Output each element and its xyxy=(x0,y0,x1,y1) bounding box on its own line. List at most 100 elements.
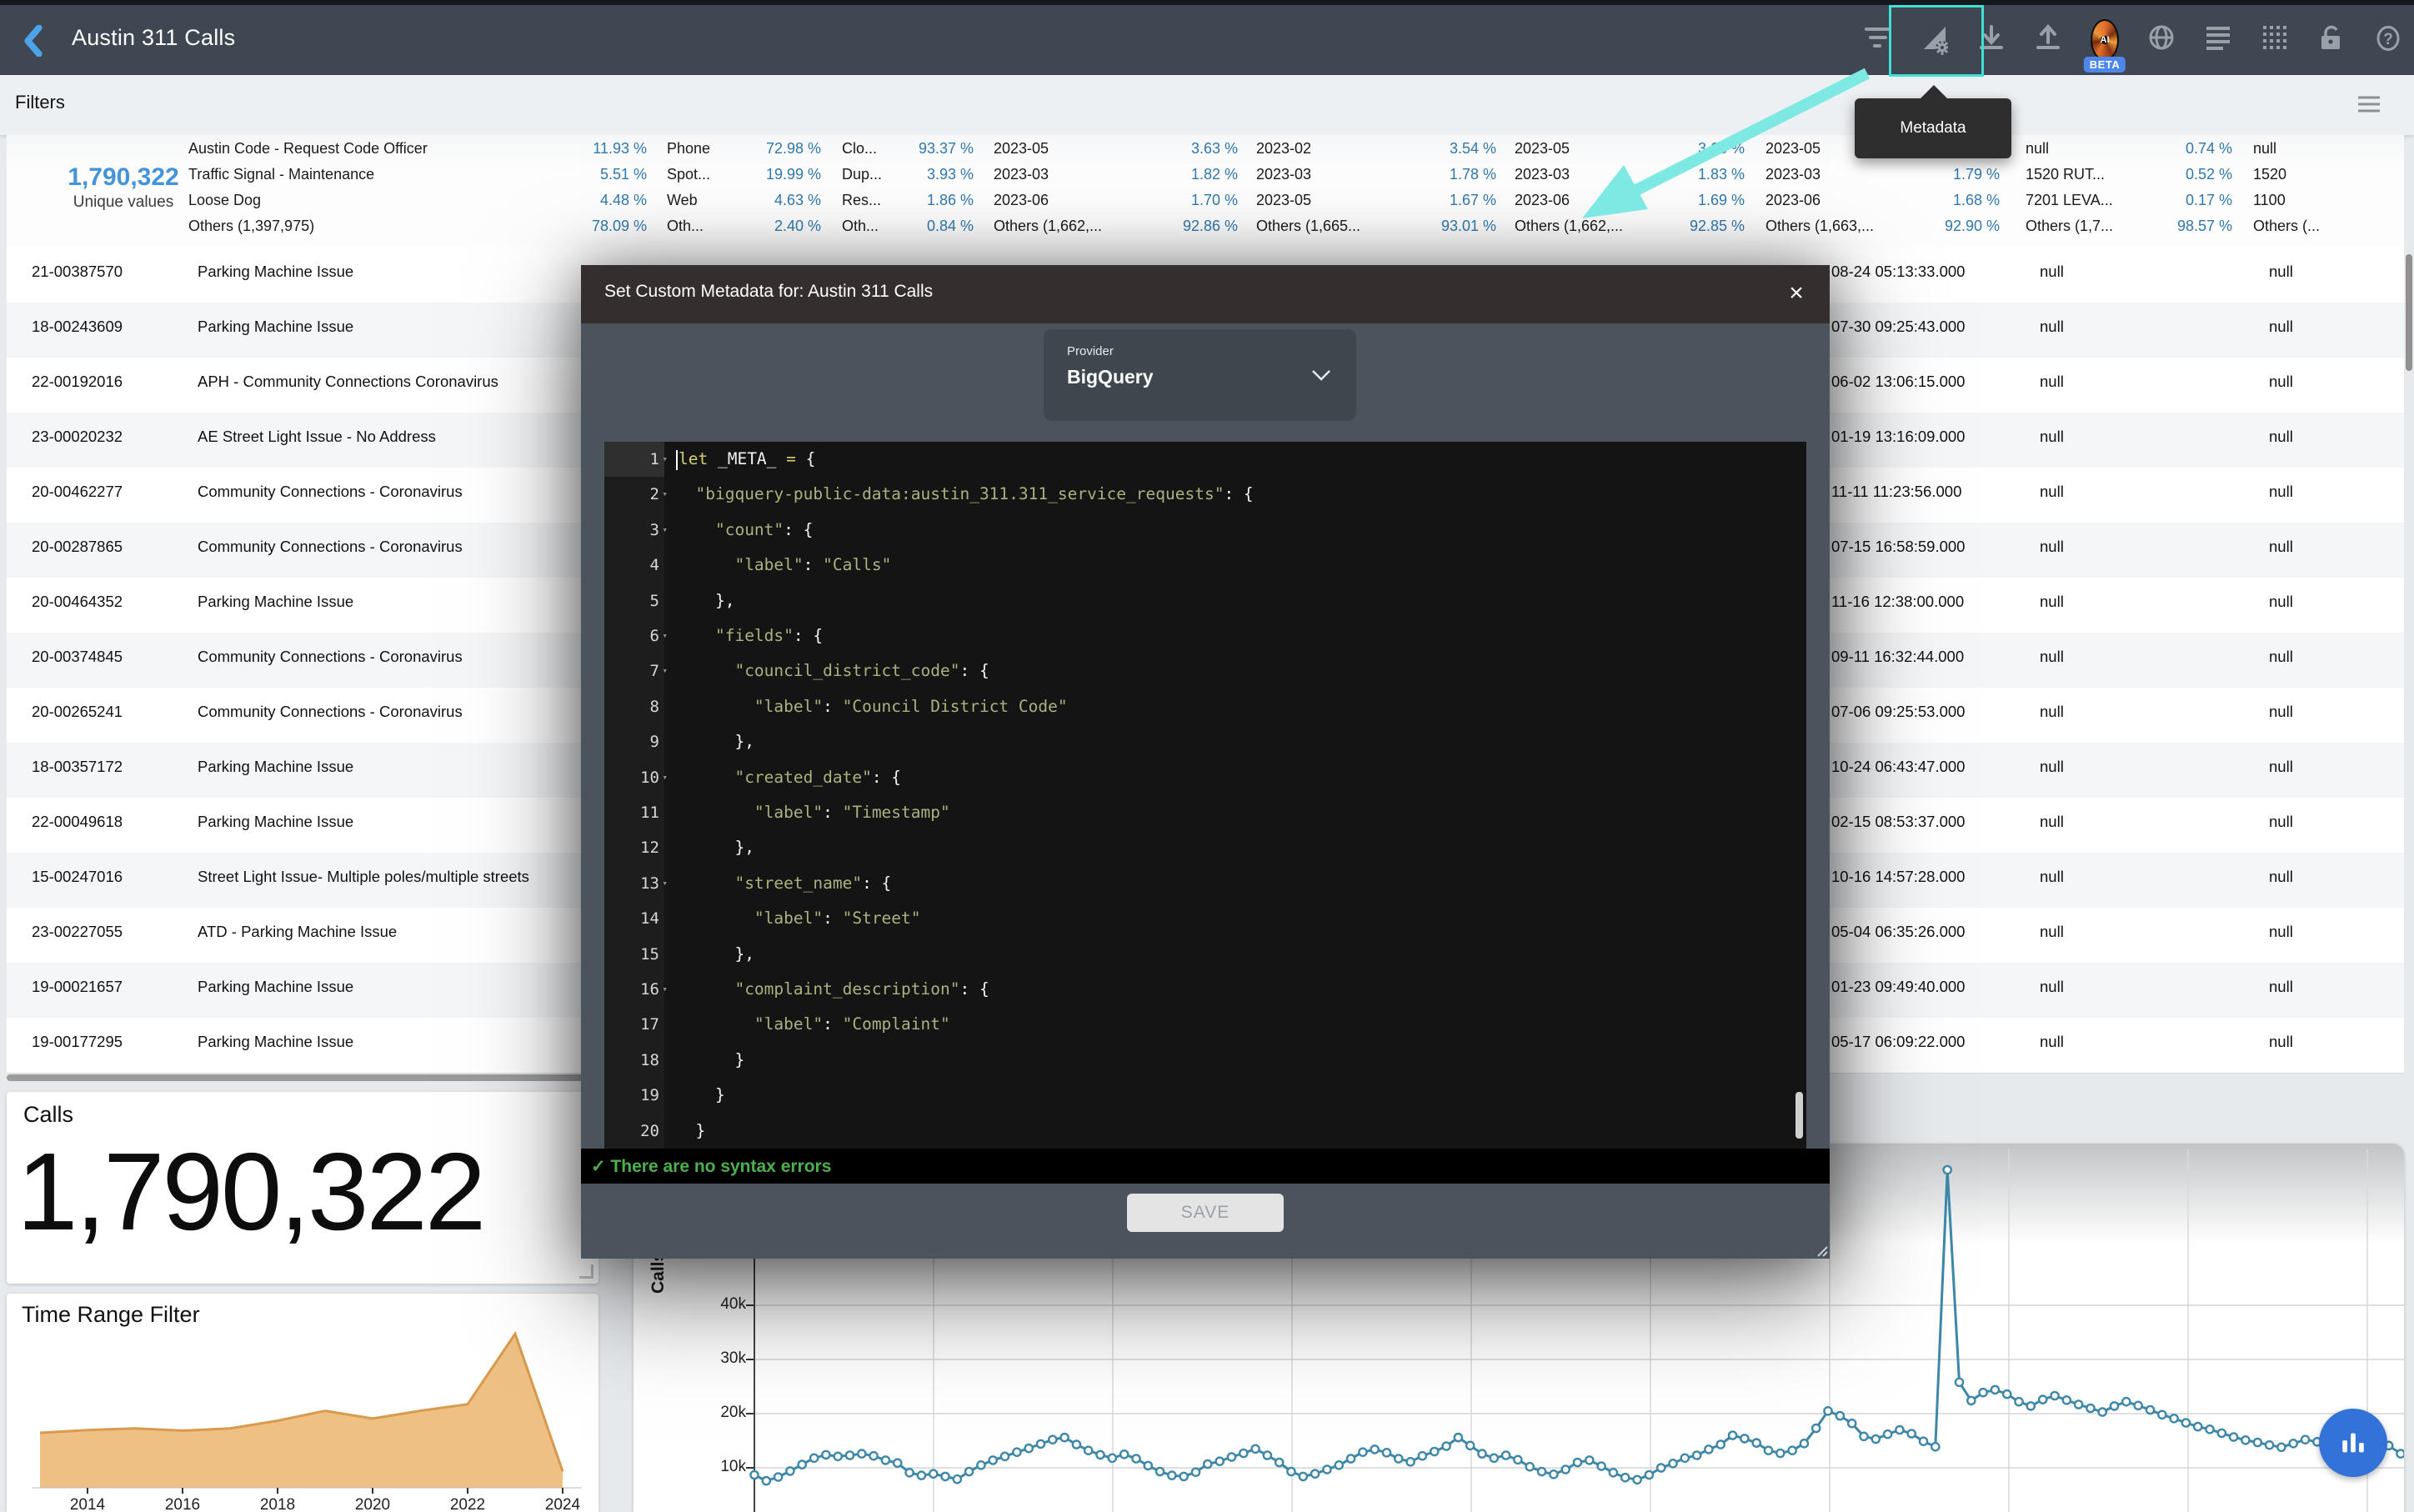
back-button[interactable] xyxy=(18,25,48,57)
filter-summary-category[interactable]: Others (1,665... xyxy=(1256,218,1360,235)
filter-summary-percent: 1.70 % xyxy=(1096,192,1238,209)
filter-summary-percent: 11.93 % xyxy=(505,140,647,158)
metadata-code-editor[interactable]: 1▾let _META_ = {2▾ "bigquery-public-data… xyxy=(604,442,1806,1149)
filter-summary-category[interactable]: 2023-05 xyxy=(1256,192,1311,209)
row-id: 15-00247016 xyxy=(32,868,182,886)
filter-summary-category[interactable]: 2023-02 xyxy=(1256,140,1311,158)
list-icon[interactable] xyxy=(2204,23,2232,57)
ai-logo-icon[interactable]: AIBETA xyxy=(2091,23,2119,57)
filter-summary-category[interactable]: Others (1,662,... xyxy=(994,218,1102,235)
filter-summary-category[interactable]: 1100 xyxy=(2253,192,2286,209)
row-null-1: null xyxy=(2040,1033,2206,1051)
row-id: 22-00192016 xyxy=(32,373,182,391)
code-line[interactable]: 4 "label": "Calls" xyxy=(604,548,1806,583)
modal-resize-handle[interactable] xyxy=(1813,1242,1828,1257)
filter-summary-percent: 0.5 xyxy=(2326,166,2404,183)
code-line[interactable]: 16▾ "complaint_description": { xyxy=(604,972,1806,1007)
code-line[interactable]: 19 } xyxy=(604,1078,1806,1113)
code-line[interactable]: 17 "label": "Complaint" xyxy=(604,1007,1806,1042)
grid-dots-icon[interactable] xyxy=(2261,23,2289,57)
filter-summary-percent: 1.86 % xyxy=(832,192,974,209)
code-line[interactable]: 9 }, xyxy=(604,724,1806,759)
help-icon[interactable]: ? xyxy=(2374,23,2402,57)
code-line[interactable]: 8 "label": "Council District Code" xyxy=(604,689,1806,724)
hamburger-menu-icon[interactable] xyxy=(2357,95,2381,118)
code-line[interactable]: 12 }, xyxy=(604,830,1806,865)
filter-summary-category[interactable]: 2023-03 xyxy=(1515,166,1570,183)
filter-summary-percent: 1.68 % xyxy=(1858,192,2000,209)
time-range-area-chart[interactable] xyxy=(7,1327,598,1494)
filter-summary-category[interactable]: 2023-06 xyxy=(1765,192,1821,209)
filter-summary-category[interactable]: null xyxy=(2253,140,2276,158)
filter-summary-category[interactable]: 2023-05 xyxy=(1515,140,1570,158)
filter-summary-category[interactable]: 1520 xyxy=(2253,166,2286,183)
code-line[interactable]: 6▾ "fields": { xyxy=(604,618,1806,653)
globe-icon[interactable] xyxy=(2147,23,2176,57)
fold-arrow-icon[interactable]: ▾ xyxy=(662,653,668,688)
filter-summary-category[interactable]: 2023-03 xyxy=(1765,166,1821,183)
code-line[interactable]: 10▾ "created_date": { xyxy=(604,760,1806,795)
fold-arrow-icon[interactable]: ▾ xyxy=(662,866,668,901)
filter-summary-category[interactable]: Loose Dog xyxy=(188,192,261,209)
code-line[interactable]: 20 } xyxy=(604,1114,1806,1149)
time-range-filter-card[interactable]: Time Range Filter 2014201620182020202220… xyxy=(7,1294,598,1512)
lock-open-icon[interactable] xyxy=(2317,23,2346,57)
provider-dropdown[interactable]: Provider BigQuery xyxy=(1044,329,1356,421)
fold-arrow-icon[interactable]: ▾ xyxy=(662,760,668,795)
fold-arrow-icon[interactable]: ▾ xyxy=(662,618,668,653)
row-complaint: Community Connections - Coronavirus xyxy=(198,648,581,666)
list-icon xyxy=(2205,24,2231,56)
filter-summary-category[interactable]: 2023-06 xyxy=(994,192,1049,209)
filter-summary-category[interactable]: Austin Code - Request Code Officer xyxy=(188,140,428,158)
code-text: "label": "Timestamp" xyxy=(664,795,950,830)
row-timestamp: 01-23 09:49:40.000 xyxy=(1831,978,2009,996)
filter-summary-percent: 3.63 % xyxy=(1603,140,1745,158)
code-line[interactable]: 15 }, xyxy=(604,937,1806,972)
fold-arrow-icon[interactable]: ▾ xyxy=(662,513,668,548)
close-icon[interactable]: × xyxy=(1778,275,1815,312)
upload-icon[interactable] xyxy=(2034,23,2062,57)
fold-arrow-icon[interactable]: ▾ xyxy=(662,442,668,477)
row-null-1: null xyxy=(2040,648,2206,666)
filter-summary-category[interactable]: Traffic Signal - Maintenance xyxy=(188,166,374,183)
filter-summary-row[interactable]: 1,790,322 Unique values Austin Code - Re… xyxy=(7,135,2404,248)
bar-chart-icon xyxy=(2339,1429,2367,1457)
x-axis-tick-label: 2020 xyxy=(348,1496,398,1512)
filter-summary-percent: 1.82 % xyxy=(1096,166,1238,183)
x-axis-tick-label: 2014 xyxy=(63,1496,113,1512)
upload-icon xyxy=(2035,24,2061,56)
row-complaint: Parking Machine Issue xyxy=(198,813,581,831)
filter-summary-category[interactable]: 2023-03 xyxy=(1256,166,1311,183)
fold-arrow-icon[interactable]: ▾ xyxy=(662,972,668,1007)
code-line[interactable]: 5 }, xyxy=(604,583,1806,618)
code-line[interactable]: 11 "label": "Timestamp" xyxy=(604,795,1806,830)
fold-arrow-icon[interactable]: ▾ xyxy=(662,477,668,512)
chart-type-fab-button[interactable] xyxy=(2319,1409,2387,1477)
code-line[interactable]: 3▾ "count": { xyxy=(604,513,1806,548)
row-complaint: Community Connections - Coronavirus xyxy=(198,483,581,501)
vertical-scrollbar[interactable] xyxy=(2406,254,2412,371)
filter-summary-category[interactable]: 2023-05 xyxy=(1765,140,1821,158)
code-line[interactable]: 18 } xyxy=(604,1043,1806,1078)
filter-summary-category[interactable]: 2023-06 xyxy=(1515,192,1570,209)
filter-summary-category[interactable]: 2023-05 xyxy=(994,140,1049,158)
resize-corner-icon[interactable] xyxy=(579,1264,593,1279)
code-line[interactable]: 13▾ "street_name": { xyxy=(604,866,1806,901)
filter-summary-category[interactable]: 2023-03 xyxy=(994,166,1049,183)
row-id: 21-00387570 xyxy=(32,263,182,281)
row-null-1: null xyxy=(2040,318,2206,336)
code-line[interactable]: 1▾let _META_ = { xyxy=(604,442,1806,477)
filter-lines-icon[interactable] xyxy=(1864,23,1892,57)
filter-summary-category[interactable]: Others (1,397,975) xyxy=(188,218,314,235)
x-axis-tick-label: 2018 xyxy=(253,1496,303,1512)
save-button[interactable]: SAVE xyxy=(1127,1194,1284,1232)
row-id: 18-00357172 xyxy=(32,758,182,776)
row-null-2: null xyxy=(2269,923,2402,941)
filter-summary-category[interactable]: Others (... xyxy=(2253,218,2320,235)
code-line[interactable]: 14 "label": "Street" xyxy=(604,901,1806,936)
filter-summary-category[interactable]: null xyxy=(2026,140,2049,158)
provider-label: Provider xyxy=(1067,344,1114,358)
code-line[interactable]: 2▾ "bigquery-public-data:austin_311.311_… xyxy=(604,477,1806,512)
code-line[interactable]: 7▾ "council_district_code": { xyxy=(604,653,1806,688)
row-null-1: null xyxy=(2040,593,2206,611)
